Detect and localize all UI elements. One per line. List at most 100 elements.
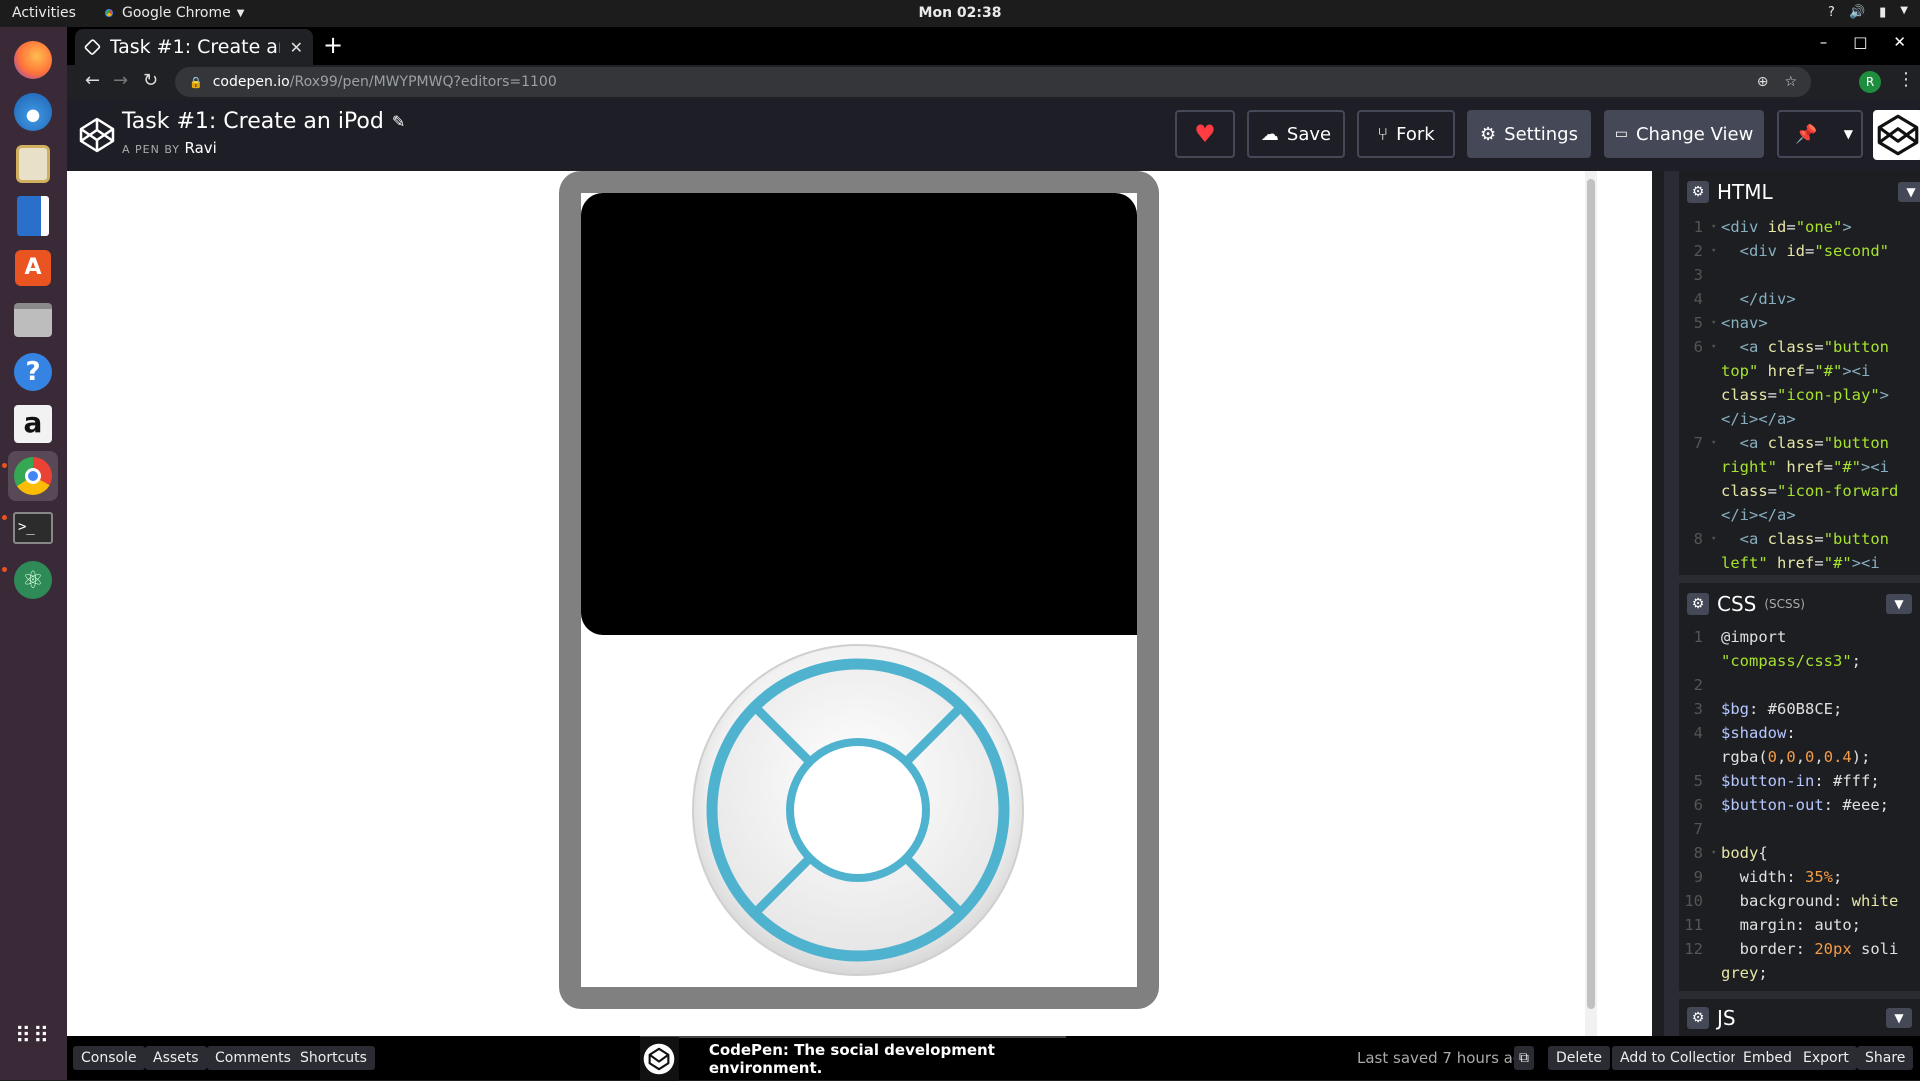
terminal-icon[interactable]: >_ bbox=[8, 503, 58, 553]
rhythmbox-icon[interactable] bbox=[8, 139, 58, 189]
click-wheel[interactable] bbox=[691, 643, 1025, 977]
address-bar[interactable]: 🔒 codepen.io/Rox99/pen/MWYPMWQ?editors=1… bbox=[175, 67, 1811, 97]
preview-pane[interactable] bbox=[67, 171, 1652, 1036]
code-line[interactable]: 7 bbox=[1679, 817, 1920, 841]
code-line[interactable]: "compass/css3"; bbox=[1679, 649, 1920, 673]
maximize-icon[interactable]: □ bbox=[1853, 33, 1867, 51]
editor-resize-handle[interactable] bbox=[1664, 171, 1679, 1036]
minimize-icon[interactable]: – bbox=[1820, 33, 1828, 51]
fold-arrow-icon[interactable]: ▾ bbox=[1711, 841, 1721, 865]
close-tab-icon[interactable]: ✕ bbox=[290, 38, 303, 57]
pen-title[interactable]: Task #1: Create an iPod bbox=[122, 109, 384, 134]
scrollbar-thumb[interactable] bbox=[1587, 179, 1595, 1009]
code-line[interactable]: </i></a> bbox=[1679, 407, 1920, 431]
thunderbird-icon[interactable] bbox=[8, 87, 58, 137]
gear-icon[interactable]: ⚙ bbox=[1687, 593, 1709, 615]
code-line[interactable]: 9 width: 35%; bbox=[1679, 865, 1920, 889]
atom-icon[interactable]: ⚛ bbox=[8, 555, 58, 605]
code-line[interactable]: class="icon-play"> bbox=[1679, 383, 1920, 407]
help-icon[interactable]: ? bbox=[1828, 5, 1835, 20]
add-to-collection-button[interactable]: Add to Collection bbox=[1612, 1046, 1748, 1070]
code-line[interactable]: 3 $bg: #60B8CE; bbox=[1679, 697, 1920, 721]
code-line[interactable]: 10 background: white bbox=[1679, 889, 1920, 913]
fold-arrow-icon[interactable]: ▾ bbox=[1711, 311, 1721, 335]
code-line[interactable]: class="icon-forward bbox=[1679, 479, 1920, 503]
chevron-down-icon[interactable]: ▼ bbox=[1898, 182, 1920, 202]
promo-banner[interactable]: CodePen: The social development environm… bbox=[640, 1036, 1066, 1081]
code-line[interactable]: 1 @import bbox=[1679, 625, 1920, 649]
code-line[interactable]: top" href="#"><i bbox=[1679, 359, 1920, 383]
fold-arrow-icon[interactable]: ▾ bbox=[1711, 431, 1721, 455]
fold-arrow-icon[interactable]: ▾ bbox=[1711, 335, 1721, 359]
volume-icon[interactable]: 🔊 bbox=[1849, 5, 1865, 20]
code-line[interactable]: 6 $button-out: #eee; bbox=[1679, 793, 1920, 817]
close-window-icon[interactable]: ✕ bbox=[1893, 33, 1906, 51]
settings-button[interactable]: ⚙ Settings bbox=[1467, 110, 1591, 158]
lock-icon[interactable]: 🔒 bbox=[189, 76, 203, 89]
share-button[interactable]: Share bbox=[1857, 1046, 1914, 1070]
fold-arrow-icon[interactable]: ▾ bbox=[1711, 239, 1721, 263]
new-tab-button[interactable]: + bbox=[323, 31, 343, 59]
editor-divider[interactable] bbox=[1679, 575, 1920, 583]
code-line[interactable]: 6 ▾ <a class="button bbox=[1679, 335, 1920, 359]
code-line[interactable]: left" href="#"><i bbox=[1679, 551, 1920, 575]
chevron-down-icon[interactable]: ▼ bbox=[1886, 594, 1912, 614]
chrome-menu-icon[interactable]: ⋮ bbox=[1897, 69, 1915, 90]
change-view-button[interactable]: ▭ Change View bbox=[1604, 110, 1764, 158]
code-line[interactable]: rgba(0,0,0,0.4); bbox=[1679, 745, 1920, 769]
fold-arrow-icon[interactable]: ▾ bbox=[1711, 215, 1721, 239]
code-line[interactable]: 11 margin: auto; bbox=[1679, 913, 1920, 937]
show-applications-icon[interactable]: ⠿⠿ bbox=[8, 1012, 58, 1062]
code-line[interactable]: 1 ▾ <div id="one"> bbox=[1679, 215, 1920, 239]
code-line[interactable]: 5 ▾ <nav> bbox=[1679, 311, 1920, 335]
codepen-logo-icon[interactable] bbox=[77, 115, 117, 155]
code-line[interactable]: 8 ▾ body{ bbox=[1679, 841, 1920, 865]
preview-scrollbar[interactable] bbox=[1585, 171, 1597, 1036]
fork-button[interactable]: ⑂ Fork bbox=[1357, 110, 1455, 158]
code-line[interactable]: </i></a> bbox=[1679, 503, 1920, 527]
chevron-down-icon[interactable]: ▼ bbox=[1900, 5, 1908, 20]
console-button[interactable]: Console bbox=[73, 1046, 145, 1070]
browser-tab[interactable]: Task #1: Create an i ✕ bbox=[75, 29, 313, 65]
code-line[interactable]: 2 bbox=[1679, 673, 1920, 697]
battery-icon[interactable]: ▮ bbox=[1879, 5, 1886, 20]
system-tray[interactable]: ? 🔊 ▮ ▼ bbox=[1828, 5, 1908, 20]
fold-arrow-icon[interactable]: ▾ bbox=[1711, 527, 1721, 551]
chrome-icon[interactable] bbox=[8, 451, 58, 501]
js-editor-header[interactable]: ⚙ JS ▼ bbox=[1679, 1001, 1920, 1035]
amazon-icon[interactable]: a bbox=[8, 399, 58, 449]
bookmark-star-icon[interactable]: ☆ bbox=[1784, 74, 1797, 90]
pin-button[interactable]: 📌 ▼ bbox=[1777, 110, 1863, 158]
open-external-icon[interactable]: ⧉ bbox=[1514, 1046, 1534, 1070]
code-line[interactable]: 4 </div> bbox=[1679, 287, 1920, 311]
reload-icon[interactable]: ↻ bbox=[143, 70, 158, 91]
user-avatar[interactable] bbox=[1873, 110, 1920, 160]
assets-button[interactable]: Assets bbox=[145, 1046, 207, 1070]
forward-icon[interactable]: → bbox=[113, 70, 128, 91]
gear-icon[interactable]: ⚙ bbox=[1687, 1007, 1709, 1029]
html-code-editor[interactable]: 1 ▾ <div id="one"> 2 ▾ <div id="second" 3 4 </… bbox=[1679, 215, 1920, 575]
author-link[interactable]: Ravi bbox=[185, 139, 217, 157]
firefox-icon[interactable] bbox=[8, 35, 58, 85]
chevron-down-icon[interactable]: ▼ bbox=[1886, 1008, 1912, 1028]
code-line[interactable]: 8 ▾ <a class="button bbox=[1679, 527, 1920, 551]
gear-icon[interactable]: ⚙ bbox=[1687, 181, 1709, 203]
files-icon[interactable] bbox=[8, 295, 58, 345]
edit-pencil-icon[interactable]: ✎ bbox=[392, 112, 405, 131]
css-code-editor[interactable]: 1 @import "compass/css3"; 2 3 $bg: #60B8CE; 4 $… bbox=[1679, 625, 1920, 985]
export-button[interactable]: Export bbox=[1795, 1046, 1857, 1070]
clock[interactable]: Mon 02:38 bbox=[0, 5, 1920, 21]
like-button[interactable]: ♥ bbox=[1175, 110, 1235, 158]
chevron-down-icon[interactable]: ▼ bbox=[1844, 127, 1853, 141]
help-icon[interactable]: ? bbox=[8, 347, 58, 397]
editor-divider[interactable] bbox=[1679, 991, 1920, 999]
code-line[interactable]: right" href="#"><i bbox=[1679, 455, 1920, 479]
save-button[interactable]: ☁ Save bbox=[1247, 110, 1345, 158]
code-line[interactable]: 3 bbox=[1679, 263, 1920, 287]
comments-button[interactable]: Comments bbox=[207, 1046, 299, 1070]
profile-avatar[interactable]: R bbox=[1859, 71, 1881, 93]
writer-icon[interactable] bbox=[8, 191, 58, 241]
code-line[interactable]: 7 ▾ <a class="button bbox=[1679, 431, 1920, 455]
shortcuts-button[interactable]: Shortcuts bbox=[292, 1046, 375, 1070]
software-center-icon[interactable]: A bbox=[8, 243, 58, 293]
